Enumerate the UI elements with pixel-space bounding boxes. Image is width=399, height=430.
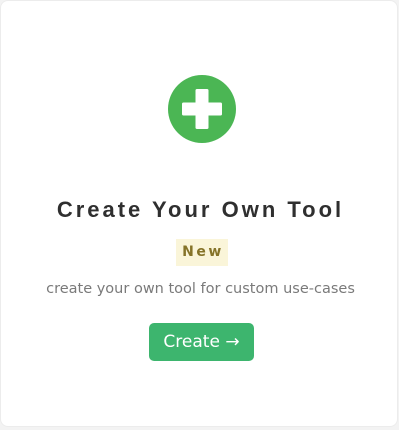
create-button[interactable]: Create →	[149, 323, 254, 361]
card-title: Create Your Own Tool	[56, 197, 345, 222]
create-tool-card: Create Your Own Tool New create your own…	[0, 0, 398, 427]
new-badge: New	[176, 239, 228, 266]
plus-circle-icon	[168, 75, 236, 143]
card-description: create your own tool for custom use-case…	[46, 281, 355, 297]
